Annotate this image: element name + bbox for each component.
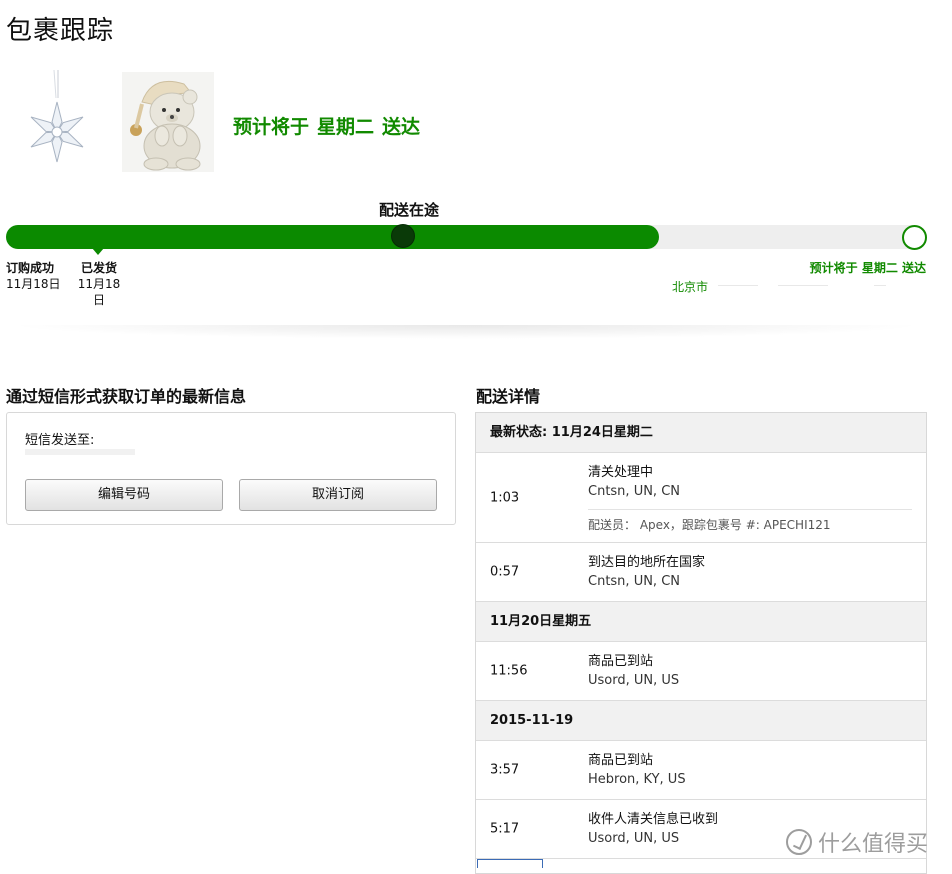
- day-header: 2015-11-19: [476, 701, 926, 741]
- progress-fill: [6, 225, 659, 249]
- event-status: 清关处理中: [588, 465, 654, 480]
- shipped-pointer: [92, 248, 104, 255]
- destination-marker: [902, 225, 927, 250]
- delivery-details-title: 配送详情: [476, 387, 541, 406]
- event-status: 商品已到站: [588, 753, 654, 768]
- page-title: 包裹跟踪: [6, 16, 115, 46]
- current-stage-label: 配送在途: [379, 201, 440, 219]
- milestone-eta: 预计将于 星期二 送达: [809, 261, 926, 275]
- event-status: 到达目的地所在国家: [588, 555, 706, 570]
- courier-info: 配送员： Apex，跟踪包裹号 #: APECHI121: [588, 509, 912, 535]
- event-time: 5:17: [490, 821, 520, 837]
- event-location: Usord, UN, US: [588, 673, 680, 688]
- tracking-event: 0:57 到达目的地所在国家 Cntsn, UN, CN: [476, 543, 926, 602]
- watermark-text: 什么值得买: [818, 832, 929, 857]
- event-location: Hebron, KY, US: [588, 772, 686, 787]
- milestone-date: 11月18日: [6, 277, 61, 291]
- edit-number-button[interactable]: 编辑号码: [25, 479, 223, 511]
- unsubscribe-button[interactable]: 取消订阅: [239, 479, 437, 511]
- milestone-shipped: 已发货 11月18日: [76, 260, 122, 308]
- delivery-details-panel: 最新状态: 11月24日星期二 1:03 清关处理中 Cntsn, UN, CN…: [475, 412, 927, 874]
- eta-day: 星期二: [317, 116, 375, 138]
- destination-city: 北京市: [672, 280, 709, 294]
- watermark-logo-icon: [786, 829, 812, 855]
- tracking-event: 11:56 商品已到站 Usord, UN, US: [476, 642, 926, 701]
- progress-track: [6, 224, 927, 250]
- product-image-bear[interactable]: [122, 72, 214, 172]
- sms-section-title: 通过短信形式获取订单的最新信息: [6, 387, 247, 406]
- event-status: 商品已到站: [588, 654, 654, 669]
- section-divider: [6, 325, 926, 339]
- event-time: 1:03: [490, 490, 520, 505]
- milestone-title: 订购成功: [6, 261, 55, 275]
- product-image-snowflake[interactable]: [22, 70, 92, 170]
- event-location: Cntsn, UN, CN: [588, 574, 680, 589]
- event-time: 3:57: [490, 762, 520, 778]
- masked-address-line: [718, 285, 758, 286]
- masked-phone-number: [25, 449, 135, 455]
- current-position-marker: [391, 224, 415, 248]
- event-location: Cntsn, UN, CN: [588, 484, 680, 499]
- day-header: 11月20日星期五: [476, 602, 926, 642]
- watermark: 什么值得买: [786, 826, 928, 858]
- sms-panel: 短信发送至: 编辑号码 取消订阅: [6, 412, 456, 525]
- event-time: 11:56: [490, 663, 528, 679]
- tracking-event: 1:03 清关处理中 Cntsn, UN, CN 配送员： Apex，跟踪包裹号…: [476, 453, 926, 543]
- milestone-ordered: 订购成功 11月18日: [6, 260, 61, 292]
- day-header-latest: 最新状态: 11月24日星期二: [476, 413, 926, 453]
- milestone-title: 已发货: [80, 261, 117, 275]
- eta-suffix: 送达: [382, 116, 421, 138]
- masked-address-line: [778, 285, 828, 286]
- eta-prefix: 预计将于: [233, 116, 310, 138]
- event-time: 0:57: [490, 564, 520, 580]
- eta-headline: 预计将于 星期二 送达: [233, 112, 420, 139]
- sms-send-to-label: 短信发送至:: [25, 433, 95, 448]
- tracking-event: 3:57 商品已到站 Hebron, KY, US: [476, 741, 926, 800]
- masked-address-line: [874, 285, 886, 286]
- milestone-date: 11月18日: [77, 277, 121, 307]
